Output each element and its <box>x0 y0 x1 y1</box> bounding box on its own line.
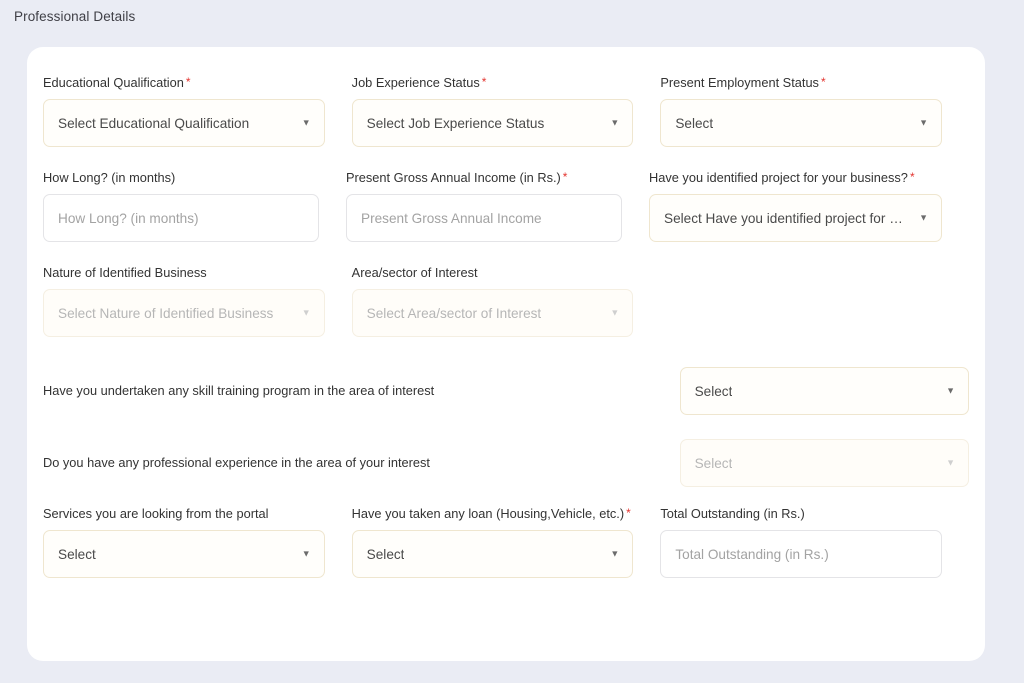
select-services-from-portal[interactable]: Select ▼ <box>43 530 325 578</box>
field-skill-training-program: Have you undertaken any skill training p… <box>43 355 969 427</box>
field-taken-any-loan: Have you taken any loan (Housing,Vehicle… <box>351 505 661 578</box>
field-job-experience-status: Job Experience Status * Select Job Experi… <box>351 74 661 147</box>
empty-cell <box>660 264 969 337</box>
label-text: Have you identified project for your bus… <box>649 170 908 185</box>
label-job-experience-status: Job Experience Status * <box>352 74 634 91</box>
select-taken-any-loan[interactable]: Select ▼ <box>351 530 634 578</box>
input-placeholder: Present Gross Annual Income <box>361 210 542 226</box>
field-how-long: How Long? (in months) How Long? (in mont… <box>43 169 346 242</box>
label-how-long: How Long? (in months) <box>43 169 319 186</box>
chevron-down-icon: ▼ <box>301 548 311 559</box>
input-how-long[interactable]: How Long? (in months) <box>43 194 319 242</box>
label-identified-project: Have you identified project for your bus… <box>649 169 942 186</box>
chevron-down-icon: ▼ <box>301 117 311 128</box>
select-area-sector-of-interest[interactable]: Select Area/sector of Interest ▼ <box>351 289 634 337</box>
field-total-outstanding: Total Outstanding (in Rs.) Total Outstan… <box>660 505 969 578</box>
required-asterisk: * <box>562 170 568 184</box>
field-educational-qualification: Educational Qualification * Select Educat… <box>43 74 352 147</box>
chevron-down-icon: ▼ <box>610 117 620 128</box>
label-professional-experience: Do you have any professional experience … <box>43 455 430 470</box>
select-identified-project[interactable]: Select Have you identified project for y… <box>649 194 942 242</box>
select-value: Select Educational Qualification <box>58 115 250 131</box>
label-text: Present Gross Annual Income (in Rs.) <box>346 170 561 185</box>
label-text: Total Outstanding (in Rs.) <box>660 506 805 521</box>
label-nature-of-identified-business: Nature of Identified Business <box>43 264 325 281</box>
chevron-down-icon: ▼ <box>301 307 311 318</box>
form-row-4: Services you are looking from the portal… <box>43 505 969 578</box>
chevron-down-icon: ▼ <box>919 117 929 128</box>
required-asterisk: * <box>481 75 487 89</box>
label-text: Educational Qualification <box>43 75 184 90</box>
label-taken-any-loan: Have you taken any loan (Housing,Vehicle… <box>352 505 634 522</box>
label-educational-qualification: Educational Qualification * <box>43 74 325 91</box>
page-title: Professional Details <box>14 9 136 24</box>
chevron-down-icon: ▼ <box>946 385 955 396</box>
form-row-2: How Long? (in months) How Long? (in mont… <box>43 169 969 242</box>
select-value: Select Job Experience Status <box>366 115 545 131</box>
select-nature-of-identified-business[interactable]: Select Nature of Identified Business ▼ <box>43 289 325 337</box>
select-educational-qualification[interactable]: Select Educational Qualification ▼ <box>43 99 325 147</box>
label-services-from-portal: Services you are looking from the portal <box>43 505 325 522</box>
label-text: Present Employment Status <box>660 75 819 90</box>
select-job-experience-status[interactable]: Select Job Experience Status ▼ <box>351 99 634 147</box>
professional-details-page: Professional Details Educational Qualifi… <box>0 0 1024 683</box>
field-present-gross-annual-income: Present Gross Annual Income (in Rs.) * Pr… <box>346 169 649 242</box>
input-placeholder: How Long? (in months) <box>58 210 199 226</box>
label-text: Area/sector of Interest <box>351 265 478 280</box>
form-row-1: Educational Qualification * Select Educat… <box>43 74 969 147</box>
select-value: Select Have you identified project for y… <box>664 210 909 226</box>
label-text: Services you are looking from the portal <box>43 506 269 521</box>
required-asterisk: * <box>626 506 631 520</box>
select-value: Select Nature of Identified Business <box>58 305 274 321</box>
field-present-employment-status: Present Employment Status * Select ▼ <box>660 74 969 147</box>
field-professional-experience: Do you have any professional experience … <box>43 427 969 499</box>
field-area-sector-of-interest: Area/sector of Interest Select Area/sect… <box>351 264 661 337</box>
label-text: Have you taken any loan (Housing,Vehicle… <box>351 506 625 521</box>
label-area-sector-of-interest: Area/sector of Interest <box>352 264 634 281</box>
select-present-employment-status[interactable]: Select ▼ <box>660 99 943 147</box>
chevron-down-icon: ▼ <box>919 212 928 223</box>
form-row-3: Nature of Identified Business Select Nat… <box>43 264 969 337</box>
select-value: Select Area/sector of Interest <box>366 305 542 321</box>
label-text: How Long? (in months) <box>43 170 176 185</box>
select-value: Select <box>675 115 714 131</box>
professional-details-form: Educational Qualification * Select Educat… <box>43 74 969 578</box>
chevron-down-icon: ▼ <box>946 457 955 468</box>
label-present-gross-annual-income: Present Gross Annual Income (in Rs.) * <box>346 169 622 186</box>
label-text: Job Experience Status <box>351 75 480 90</box>
required-asterisk: * <box>185 75 191 89</box>
label-text: Nature of Identified Business <box>43 265 207 280</box>
required-asterisk: * <box>820 75 826 89</box>
field-nature-of-identified-business: Nature of Identified Business Select Nat… <box>43 264 352 337</box>
select-professional-experience-wrapper: Select ▼ <box>679 439 969 487</box>
label-present-employment-status: Present Employment Status * <box>660 74 942 91</box>
select-skill-training-program-wrapper: Select ▼ <box>679 367 969 415</box>
professional-details-card: Educational Qualification * Select Educat… <box>27 47 985 661</box>
input-total-outstanding[interactable]: Total Outstanding (in Rs.) <box>660 530 943 578</box>
select-value: Select <box>694 455 733 471</box>
label-total-outstanding: Total Outstanding (in Rs.) <box>660 505 942 522</box>
input-placeholder: Total Outstanding (in Rs.) <box>675 546 829 562</box>
select-value: Select <box>366 546 405 562</box>
field-services-from-portal: Services you are looking from the portal… <box>43 505 352 578</box>
required-asterisk: * <box>909 170 915 184</box>
select-value: Select <box>58 546 96 562</box>
select-skill-training-program[interactable]: Select ▼ <box>679 367 969 415</box>
select-value: Select <box>694 383 733 399</box>
input-present-gross-annual-income[interactable]: Present Gross Annual Income <box>346 194 622 242</box>
field-identified-project: Have you identified project for your bus… <box>649 169 969 242</box>
chevron-down-icon: ▼ <box>610 307 620 318</box>
select-professional-experience[interactable]: Select ▼ <box>679 439 969 487</box>
chevron-down-icon: ▼ <box>610 548 620 559</box>
label-skill-training-program: Have you undertaken any skill training p… <box>43 383 435 398</box>
